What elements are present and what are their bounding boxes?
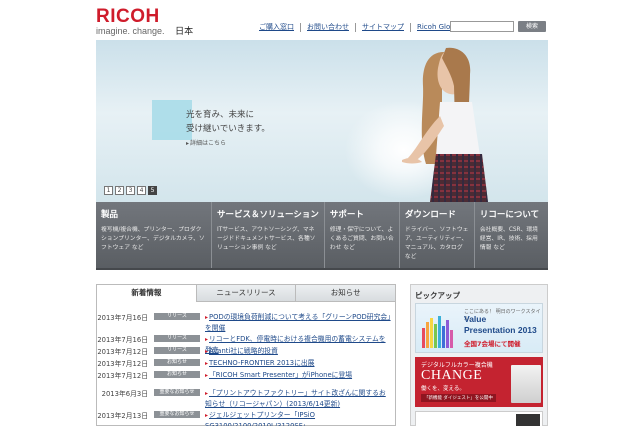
- nav-support[interactable]: サポート 修理・保守について、よくあるご質問、お問い合わせ など: [323, 202, 399, 268]
- pager-1[interactable]: 1: [104, 186, 113, 195]
- nav-about-title: リコーについて: [479, 210, 540, 220]
- hero-copy-line2: 受け継いでいきます。: [186, 124, 270, 134]
- news-badge: リリース: [154, 335, 200, 342]
- news-date: 2013年2月13日: [97, 412, 148, 420]
- news-row: 2013年2月13日 重要なお知らせ ジェルジェットプリンター「IPSiO SG…: [97, 410, 395, 426]
- nav-services-desc: ITサービス、アウトソーシング、マネージドドキュメントサービス、各種ソリューショ…: [217, 227, 316, 251]
- promo1-line1: Value: [464, 314, 487, 324]
- sitemap-link[interactable]: サイトマップ: [355, 23, 410, 32]
- nav-about-desc: 会社概要、CSR、環境経営、IR、技術、採用情報 など: [479, 227, 538, 251]
- news-title-link[interactable]: TECHNO-FRONTIER 2013に出展: [200, 358, 395, 369]
- nav-products[interactable]: 製品 複写機/複合機、プリンター、プロダクションプリンター、デジタルカメラ、ソフ…: [96, 202, 211, 268]
- pickup-panel: ピックアップ ここにある！ 明日のワークスタイル。 Value Presenta…: [410, 284, 548, 426]
- search-button[interactable]: 検索: [518, 21, 546, 32]
- tab-news-release[interactable]: ニュースリリース: [195, 285, 296, 302]
- news-title-link[interactable]: Avanti社に戦略的投資: [200, 346, 395, 357]
- change-banner[interactable]: デジタルフルカラー複合機 CHANGE 働くを、変える。 「新機能 ダイジェスト…: [415, 357, 543, 407]
- hero-more-link[interactable]: 詳細はこちら: [186, 138, 226, 147]
- nav-download-title: ダウンロード: [404, 210, 456, 220]
- news-date: 2013年7月16日: [97, 336, 148, 344]
- search-input[interactable]: [450, 21, 514, 32]
- news-badge: お知らせ: [154, 371, 200, 378]
- news-title-link[interactable]: ジェルジェットプリンター「IPSiO SG3100/2100/2010L/312…: [200, 410, 395, 426]
- nav-products-desc: 複写機/複合機、プリンター、プロダクションプリンター、デジタルカメラ、ソフトウェ…: [101, 227, 205, 251]
- tab-notice[interactable]: お知らせ: [295, 285, 396, 302]
- printer-image: [511, 365, 541, 403]
- promo1-line2: Presentation 2013: [464, 325, 537, 335]
- news-panel: 新着情報 ニュースリリース お知らせ 2013年7月16日 リリース PODの環…: [96, 284, 396, 426]
- promo1-line3: 全国7会場にて開催: [464, 340, 521, 348]
- girl-illustration: [402, 47, 488, 202]
- news-row: 2013年7月16日 リリース PODの環境負荷削減について考える「グリーンPO…: [97, 312, 395, 334]
- news-list: 2013年7月16日 リリース PODの環境負荷削減について考える「グリーンPO…: [97, 302, 395, 426]
- hero-banner[interactable]: 光を育み、未来に 受け継いでいきます。 詳細はこちら 1 2 3 4 5: [96, 40, 548, 202]
- hero-copy: 光を育み、未来に 受け継いでいきます。: [186, 108, 270, 136]
- utility-nav: ご購入窓口 お問い合わせ サイトマップ Ricoh Global: [253, 23, 467, 32]
- pager-4[interactable]: 4: [137, 186, 146, 195]
- news-badge: リリース: [154, 347, 200, 354]
- news-title-link[interactable]: 「プリントアウトファクトリー」サイト改ざんに関するお知らせ（リコージャパン）(2…: [200, 388, 395, 409]
- news-row: 2013年7月12日 お知らせ TECHNO-FRONTIER 2013に出展: [97, 358, 395, 370]
- tagline: imagine. change. 日本: [96, 24, 193, 37]
- promo2-tag: 「新機能 ダイジェスト」を公開中: [421, 394, 496, 402]
- news-date: 2013年7月12日: [97, 348, 148, 356]
- pager-5[interactable]: 5: [148, 186, 157, 195]
- pickup-banner-3-image: [516, 414, 540, 426]
- news-row: 2013年7月12日 お知らせ 「RICOH Smart Presenter」が…: [97, 370, 395, 382]
- nav-about[interactable]: リコーについて 会社概要、CSR、環境経営、IR、技術、採用情報 など: [473, 202, 548, 268]
- news-date: 2013年7月16日: [97, 314, 148, 322]
- news-badge: リリース: [154, 313, 200, 320]
- nav-support-title: サポート: [329, 210, 364, 220]
- colorful-bars-graphic: [422, 316, 453, 348]
- news-row: 2013年7月12日 リリース Avanti社に戦略的投資: [97, 346, 395, 358]
- nav-support-desc: 修理・保守について、よくあるご質問、お問い合わせ など: [329, 227, 394, 251]
- nav-download[interactable]: ダウンロード ドライバー、ソフトウェア、ユーティリティー、マニュアル、カタログ …: [398, 202, 474, 268]
- contact-link[interactable]: お問い合わせ: [300, 23, 355, 32]
- global-nav: 製品 複写機/複合機、プリンター、プロダクションプリンター、デジタルカメラ、ソフ…: [96, 202, 548, 270]
- pager-3[interactable]: 3: [126, 186, 135, 195]
- news-badge: 重要なお知らせ: [154, 389, 200, 396]
- news-date: 2013年7月12日: [97, 372, 148, 380]
- promo2-big: CHANGE: [421, 368, 483, 383]
- news-badge: 重要なお知らせ: [154, 411, 200, 418]
- news-row: 2013年7月16日 リリース リコーとFDK、停電時における複合機用の蓄電シス…: [97, 334, 395, 354]
- nav-services[interactable]: サービス＆ソリューション ITサービス、アウトソーシング、マネージドドキュメント…: [211, 202, 324, 268]
- news-badge: お知らせ: [154, 359, 200, 366]
- news-date: 2013年7月12日: [97, 360, 148, 368]
- nav-products-title: 製品: [101, 210, 119, 220]
- purchase-link[interactable]: ご購入窓口: [253, 23, 300, 32]
- nav-download-desc: ドライバー、ソフトウェア、ユーティリティー、マニュアル、カタログ など: [404, 227, 469, 260]
- news-row: 2013年6月3日 重要なお知らせ 「プリントアウトファクトリー」サイト改ざんに…: [97, 388, 395, 410]
- news-date: 2013年6月3日: [101, 390, 148, 398]
- tab-latest[interactable]: 新着情報: [97, 285, 196, 302]
- news-tabs: 新着情報 ニュースリリース お知らせ: [97, 285, 396, 302]
- value-presentation-banner[interactable]: ここにある！ 明日のワークスタイル。 Value Presentation 20…: [415, 303, 543, 353]
- news-title-link[interactable]: 「RICOH Smart Presenter」がiPhoneに登場: [200, 370, 395, 381]
- nav-services-title: サービス＆ソリューション: [217, 210, 319, 220]
- news-title-link[interactable]: PODの環境負荷削減について考える「グリーンPOD研究会」を開催: [200, 312, 395, 333]
- tagline-text: imagine. change.: [96, 26, 165, 36]
- hero-copy-line1: 光を育み、未来に: [186, 110, 255, 120]
- promo2-sub: 働くを、変える。: [421, 386, 465, 392]
- pickup-banner-3[interactable]: [415, 411, 543, 426]
- region-label: 日本: [175, 26, 194, 36]
- slide-pager: 1 2 3 4 5: [104, 186, 157, 195]
- pager-2[interactable]: 2: [115, 186, 124, 195]
